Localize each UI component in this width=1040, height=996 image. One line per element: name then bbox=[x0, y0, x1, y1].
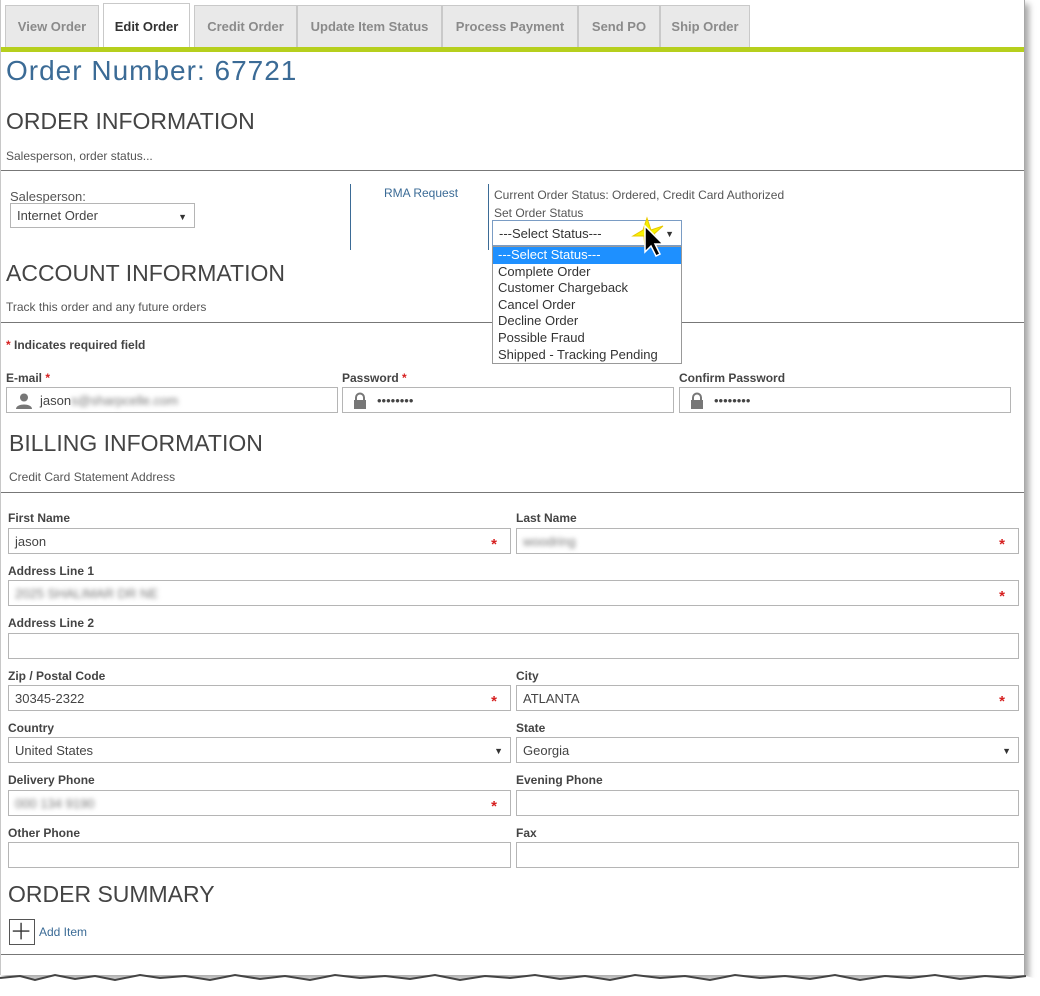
state-value: Georgia bbox=[523, 742, 570, 758]
plus-icon bbox=[12, 922, 30, 940]
address2-field[interactable] bbox=[8, 633, 1019, 659]
chevron-down-icon: ▼ bbox=[1002, 746, 1011, 756]
tab-accent-rule bbox=[1, 47, 1024, 52]
salesperson-label: Salesperson: bbox=[10, 189, 86, 204]
order-summary-title: ORDER SUMMARY bbox=[8, 881, 215, 907]
divider bbox=[1, 492, 1024, 493]
zip-value: 30345-2322 bbox=[15, 690, 85, 706]
last-name-label: Last Name bbox=[516, 511, 577, 525]
billing-info-title: BILLING INFORMATION bbox=[9, 430, 263, 456]
order-edit-page: View Order Edit Order Credit Order Updat… bbox=[0, 0, 1025, 975]
last-name-field[interactable]: woodring * bbox=[516, 528, 1019, 554]
email-redacted: s@sharpcelle.com bbox=[71, 392, 179, 408]
add-item-link[interactable]: Add Item bbox=[39, 925, 87, 939]
password-field[interactable]: •••••••• bbox=[342, 387, 674, 413]
address1-value: 2025 SHALIMAR DR NE bbox=[15, 585, 159, 601]
email-field[interactable]: jason s@sharpcelle.com bbox=[6, 387, 338, 413]
status-option-shipped[interactable]: Shipped - Tracking Pending bbox=[493, 347, 681, 364]
required-marker: * bbox=[999, 588, 1005, 605]
required-marker: * bbox=[491, 693, 497, 710]
confirm-password-value: •••••••• bbox=[714, 392, 751, 408]
address1-label: Address Line 1 bbox=[8, 564, 95, 578]
status-option-cancel[interactable]: Cancel Order bbox=[493, 297, 681, 314]
set-order-status-label: Set Order Status bbox=[494, 206, 584, 220]
tab-edit-order[interactable]: Edit Order bbox=[103, 3, 190, 48]
city-label: City bbox=[516, 669, 539, 683]
lock-icon bbox=[354, 392, 366, 409]
column-divider bbox=[488, 184, 489, 250]
torn-edge bbox=[0, 973, 1040, 996]
user-icon bbox=[16, 393, 32, 409]
city-value: ATLANTA bbox=[523, 690, 580, 706]
email-value: jason bbox=[40, 392, 72, 408]
last-name-value: woodring bbox=[523, 533, 576, 549]
address1-field[interactable]: 2025 SHALIMAR DR NE * bbox=[8, 580, 1019, 606]
current-order-status: Current Order Status: Ordered, Credit Ca… bbox=[494, 188, 785, 202]
address2-label: Address Line 2 bbox=[8, 616, 95, 630]
billing-info-subtitle: Credit Card Statement Address bbox=[9, 470, 176, 484]
rma-request-link[interactable]: RMA Request bbox=[384, 186, 458, 200]
delivery-phone-label: Delivery Phone bbox=[8, 773, 95, 787]
fax-field[interactable] bbox=[516, 842, 1019, 868]
delivery-phone-field[interactable]: 000 134 9190 * bbox=[8, 790, 511, 816]
account-info-title: ACCOUNT INFORMATION bbox=[6, 260, 285, 286]
lock-icon bbox=[691, 392, 703, 409]
delivery-phone-value: 000 134 9190 bbox=[15, 795, 95, 811]
country-value: United States bbox=[15, 742, 94, 758]
order-info-title: ORDER INFORMATION bbox=[6, 108, 255, 134]
divider bbox=[1, 954, 1024, 955]
mouse-cursor-icon bbox=[631, 216, 665, 258]
required-marker: * bbox=[491, 798, 497, 815]
zip-label: Zip / Postal Code bbox=[8, 669, 106, 683]
password-label: Password * bbox=[342, 371, 407, 385]
status-option-fraud[interactable]: Possible Fraud bbox=[493, 330, 681, 347]
chevron-down-icon: ▼ bbox=[494, 746, 503, 756]
city-field[interactable]: ATLANTA * bbox=[516, 685, 1019, 711]
account-info-subtitle: Track this order and any future orders bbox=[6, 300, 207, 314]
tab-send-po[interactable]: Send PO bbox=[578, 5, 660, 47]
required-marker: * bbox=[999, 536, 1005, 553]
password-value: •••••••• bbox=[377, 392, 414, 408]
evening-phone-label: Evening Phone bbox=[516, 773, 603, 787]
status-option-complete[interactable]: Complete Order bbox=[493, 264, 681, 281]
tab-credit-order[interactable]: Credit Order bbox=[194, 5, 297, 47]
state-select[interactable]: Georgia ▼ bbox=[516, 737, 1019, 763]
zip-field[interactable]: 30345-2322 * bbox=[8, 685, 511, 711]
fax-label: Fax bbox=[516, 826, 537, 840]
state-label: State bbox=[516, 721, 546, 735]
status-option-chargeback[interactable]: Customer Chargeback bbox=[493, 280, 681, 297]
first-name-label: First Name bbox=[8, 511, 71, 525]
add-item-button[interactable] bbox=[9, 919, 35, 945]
salesperson-value: Internet Order bbox=[17, 208, 98, 223]
email-label: E-mail * bbox=[6, 371, 51, 385]
status-option-decline[interactable]: Decline Order bbox=[493, 313, 681, 330]
required-note: * Indicates required field bbox=[6, 338, 146, 352]
order-info-subtitle: Salesperson, order status... bbox=[6, 149, 153, 163]
order-status-value: ---Select Status--- bbox=[499, 225, 602, 241]
column-divider bbox=[350, 184, 351, 250]
chevron-down-icon: ▼ bbox=[178, 212, 187, 222]
required-marker: * bbox=[999, 693, 1005, 710]
other-phone-label: Other Phone bbox=[8, 826, 81, 840]
country-label: Country bbox=[8, 721, 54, 735]
page-title: Order Number: 67721 bbox=[6, 55, 298, 86]
tab-process-payment[interactable]: Process Payment bbox=[442, 5, 578, 47]
confirm-password-field[interactable]: •••••••• bbox=[679, 387, 1011, 413]
country-select[interactable]: United States ▼ bbox=[8, 737, 511, 763]
divider bbox=[1, 170, 1024, 171]
other-phone-field[interactable] bbox=[8, 842, 511, 868]
first-name-value: jason bbox=[15, 533, 47, 549]
confirm-password-label: Confirm Password bbox=[679, 371, 786, 385]
required-marker: * bbox=[491, 536, 497, 553]
tab-update-item-status[interactable]: Update Item Status bbox=[297, 5, 442, 47]
evening-phone-field[interactable] bbox=[516, 790, 1019, 816]
first-name-field[interactable]: jason * bbox=[8, 528, 511, 554]
tab-view-order[interactable]: View Order bbox=[5, 5, 99, 47]
tab-ship-order[interactable]: Ship Order bbox=[660, 5, 750, 47]
salesperson-select[interactable]: Internet Order ▼ bbox=[10, 203, 195, 228]
